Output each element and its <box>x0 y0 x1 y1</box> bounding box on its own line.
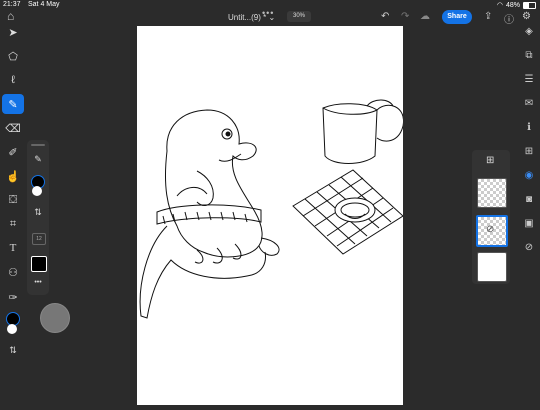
fill-tool-icon[interactable]: ⛋ <box>0 190 26 210</box>
cloud-icon[interactable]: ☁ <box>420 11 430 22</box>
crop-tool-icon[interactable]: ⌗ <box>0 214 26 234</box>
artwork-sketch <box>139 99 404 319</box>
add-layer-button-icon[interactable]: ⊞ <box>486 155 494 166</box>
panel-swap-icon[interactable]: ⇅ <box>27 207 49 218</box>
brush-tool-icon[interactable]: ✎ <box>2 94 24 114</box>
visibility-icon[interactable]: ◉ <box>518 166 540 184</box>
adjust-tool-icon[interactable]: ⚇ <box>0 262 26 282</box>
zoom-level[interactable]: 30% <box>287 11 311 22</box>
panel-secondary-color[interactable] <box>32 186 42 196</box>
layers-icon[interactable]: ◈ <box>518 22 540 40</box>
panel-handle[interactable] <box>31 144 45 146</box>
brush-panel: ✎ ⇅ 12 ••• <box>27 140 49 295</box>
status-time: 21:37 <box>3 1 21 8</box>
brush-size-box[interactable]: 12 <box>32 233 46 245</box>
brush-color-square[interactable] <box>31 256 47 272</box>
info-icon[interactable]: ℹ <box>518 118 540 136</box>
brush-settings-icon[interactable]: ✎ <box>27 154 49 165</box>
swap-arrows-icon[interactable]: ⇅ <box>0 340 26 360</box>
layer-properties-icon[interactable]: ⧉ <box>518 46 540 64</box>
drawing-canvas[interactable] <box>137 26 404 405</box>
eyedropper-tool-icon[interactable]: ✑ <box>0 287 26 307</box>
layer-thumbnail[interactable] <box>477 252 507 282</box>
help-icon[interactable]: ⓘ <box>504 11 514 26</box>
undo-icon[interactable]: ↶ <box>381 11 389 22</box>
status-date: Sat 4 May <box>28 1 60 8</box>
export-icon[interactable]: ⇪ <box>484 11 492 22</box>
layers-panel: ⊞ ⊘ <box>472 150 510 284</box>
top-bar: ⌂ ••• Untit...(9) * ⌄ 30% ↶ ↷ ☁ Share ⇪ … <box>0 8 540 28</box>
select-tool-icon[interactable]: ➤ <box>0 22 26 42</box>
chevron-down-icon: ⌄ <box>268 13 276 22</box>
more-options-icon[interactable]: ••• <box>27 279 49 286</box>
share-button[interactable]: Share <box>442 10 472 24</box>
transform-tool-icon[interactable]: ⬠ <box>0 46 26 66</box>
secondary-color-swatch[interactable] <box>7 324 17 334</box>
settings-gear-icon[interactable]: ⚙ <box>522 11 531 22</box>
eraser-tool-icon[interactable]: ⌫ <box>0 118 26 138</box>
touch-modifier-button[interactable] <box>40 303 70 333</box>
lasso-tool-icon[interactable]: ℓ <box>0 70 26 90</box>
layer-thumbnail[interactable] <box>477 178 507 208</box>
home-icon[interactable]: ⌂ <box>7 9 14 23</box>
add-layer-icon[interactable]: ⊞ <box>518 142 540 160</box>
fx-icon[interactable]: ▣ <box>518 214 540 232</box>
redo-icon[interactable]: ↷ <box>401 11 409 22</box>
hidden-eye-icon: ⊘ <box>486 224 495 235</box>
adjustments-icon[interactable]: ☰ <box>518 70 540 88</box>
layer-thumbnail-selected[interactable]: ⊘ <box>476 215 508 247</box>
liquify-tool-icon[interactable]: ☝ <box>0 166 26 186</box>
comments-icon[interactable]: ✉ <box>518 94 540 112</box>
document-title[interactable]: Untit...(9) * ⌄ <box>228 13 275 22</box>
status-bar: 21:37 Sat 4 May ◠ 48% <box>0 0 540 9</box>
smudge-tool-icon[interactable]: ✐ <box>0 142 26 162</box>
paint-icon[interactable]: ⊘ <box>518 238 540 256</box>
text-tool-icon[interactable]: T <box>0 238 26 258</box>
mask-icon[interactable]: ◙ <box>518 190 540 208</box>
